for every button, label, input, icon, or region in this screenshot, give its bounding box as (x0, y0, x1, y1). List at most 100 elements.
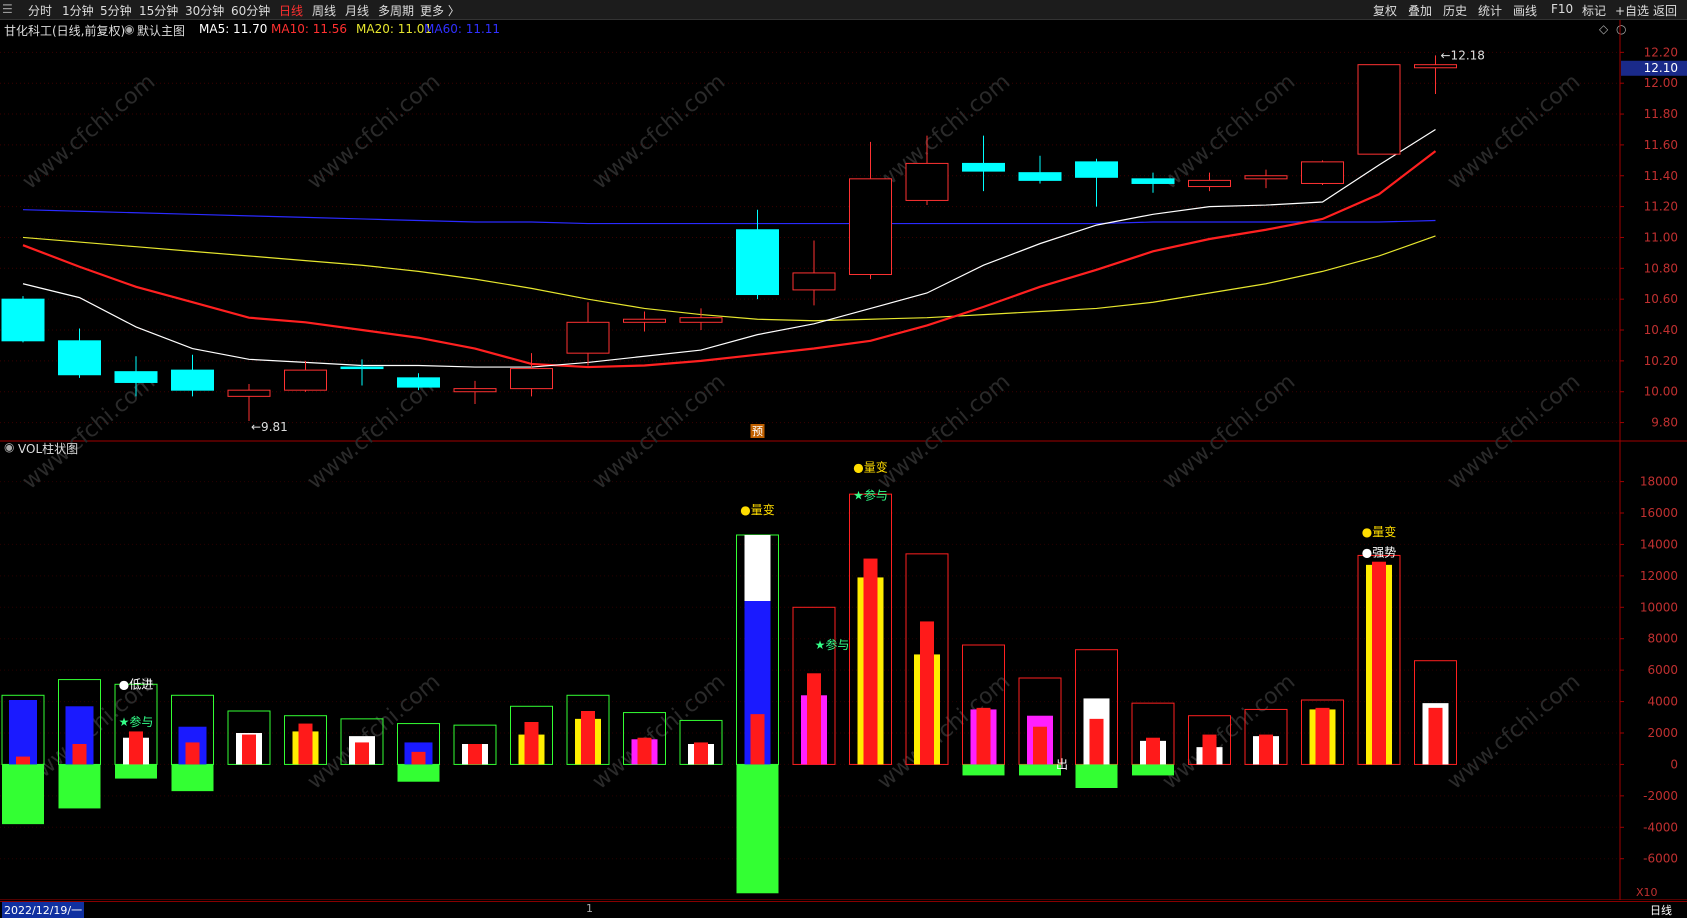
candle-body (510, 368, 553, 390)
watermark: www.cfchi.com (18, 369, 160, 494)
candle-body (1131, 178, 1175, 184)
vol-secondary-bar (920, 621, 934, 765)
vol-annotation: ●量变 (853, 459, 887, 474)
price-tick-label: 12.20 (1644, 45, 1678, 59)
vol-collapse-icon[interactable]: ◉ (4, 440, 14, 454)
candle-body (1414, 64, 1457, 69)
vol-annotation: ●低进 (119, 677, 153, 691)
candle-body (566, 321, 610, 354)
vol-secondary-bar (411, 751, 426, 765)
vol-annotation: ★参与 (815, 637, 850, 652)
vol-negative-bar (1132, 764, 1174, 776)
price-tick-label: 10.60 (1644, 292, 1678, 306)
candle-body (679, 317, 723, 323)
vol-annotation: ★参与 (853, 488, 888, 503)
ma60-line (22, 209, 1436, 225)
vol-secondary-bar (750, 714, 765, 765)
vol-secondary-bar (581, 711, 595, 765)
vol-secondary-bar (863, 558, 878, 765)
candle-body (623, 318, 666, 323)
vol-negative-bar (171, 764, 214, 792)
candle-body (171, 369, 214, 391)
candle-body (1244, 175, 1288, 180)
forecast-badge: 预 (752, 425, 763, 438)
vol-secondary-bar (1428, 707, 1443, 765)
vol-secondary-bar (1259, 734, 1273, 765)
candle-body (340, 366, 384, 370)
vol-secondary-bar (1372, 561, 1386, 765)
price-tick-label: 11.40 (1644, 169, 1678, 183)
low-price-marker: ←9.81 (251, 420, 288, 434)
vol-secondary-bar (298, 723, 313, 765)
candle-body (114, 371, 158, 383)
vol-secondary-bar (1202, 734, 1217, 765)
vol-secondary-bar (694, 742, 708, 765)
vol-tick-label: 0 (1670, 757, 1678, 771)
bottom-bar: 2022/12/19/一 1 日线 (0, 901, 1687, 918)
vol-tick-label: -2000 (1643, 789, 1678, 803)
candle-body (58, 340, 101, 376)
vol-scale-label: X10 (1636, 886, 1658, 899)
candle-body (453, 388, 497, 393)
vol-tick-label: 10000 (1640, 600, 1678, 614)
vol-negative-bar (736, 764, 779, 894)
vol-tick-label: 12000 (1640, 569, 1678, 583)
vol-secondary-bar (242, 734, 256, 765)
vol-tick-label: 2000 (1647, 726, 1678, 740)
ma20-line (22, 235, 1436, 322)
vol-secondary-bar (1315, 707, 1330, 765)
watermark: www.cfchi.com (303, 69, 445, 194)
price-tick-label: 10.80 (1644, 261, 1678, 275)
price-tick-label: 10.40 (1644, 323, 1678, 337)
vol-secondary-bar (807, 673, 821, 765)
watermark: www.cfchi.com (1443, 369, 1585, 494)
vol-annotation: ●量变 (740, 502, 774, 517)
vol-secondary-bar (468, 744, 482, 765)
vol-inner-bar (9, 700, 37, 765)
chart-canvas[interactable]: www.cfchi.com www.cfchi.com www.cfchi.com w… (0, 0, 1687, 900)
candle-body (1018, 172, 1062, 181)
watermark: www.cfchi.com (1443, 69, 1585, 194)
price-tick-label: 9.80 (1651, 416, 1678, 430)
candle-body (1188, 179, 1231, 188)
vol-negative-bar (1075, 764, 1118, 788)
candle-body (849, 178, 892, 275)
candle-body (284, 369, 327, 391)
high-price-marker: ←12.18 (1441, 48, 1485, 62)
vol-negative-bar (2, 764, 44, 825)
candle-body (1, 298, 45, 342)
watermark: www.cfchi.com (873, 369, 1015, 494)
price-tick-label: 11.60 (1644, 138, 1678, 152)
candle-body (792, 272, 836, 291)
candle-body (962, 162, 1005, 172)
price-tick-label: 10.20 (1644, 354, 1678, 368)
price-tick-label: 11.80 (1644, 107, 1678, 121)
vol-secondary-bar (16, 756, 30, 765)
vol-negative-bar (58, 764, 101, 809)
cursor-marker: 1 (586, 902, 593, 915)
vol-tick-label: -6000 (1643, 852, 1678, 866)
watermark: www.cfchi.com (588, 369, 730, 494)
vol-tick-label: 18000 (1640, 475, 1678, 489)
vol-annotation: ★参与 (119, 714, 154, 729)
vol-secondary-bar (1146, 737, 1160, 765)
candle-body (1075, 161, 1118, 178)
vol-annotation: 出 (1056, 757, 1068, 771)
vol-tick-label: -4000 (1643, 820, 1678, 834)
vol-annotation: ●强势 (1362, 545, 1396, 559)
vol-negative-bar (1019, 764, 1061, 776)
vol-secondary-bar (1033, 726, 1047, 765)
vol-negative-bar (962, 764, 1005, 776)
vol-annotation: ●量变 (1362, 524, 1396, 539)
price-tick-label: 11.00 (1644, 230, 1678, 244)
vol-secondary-bar (129, 731, 143, 765)
vol-secondary-bar (1089, 718, 1104, 765)
vol-panel-title: VOL柱状图 (18, 442, 79, 456)
candle-body (1301, 161, 1344, 184)
ma5-line (22, 128, 1436, 368)
vol-secondary-bar (355, 742, 369, 765)
vol-secondary-bar (976, 707, 991, 765)
vol-secondary-bar (185, 742, 200, 765)
vol-tick-label: 14000 (1640, 537, 1678, 551)
watermark: www.cfchi.com (1443, 669, 1585, 794)
